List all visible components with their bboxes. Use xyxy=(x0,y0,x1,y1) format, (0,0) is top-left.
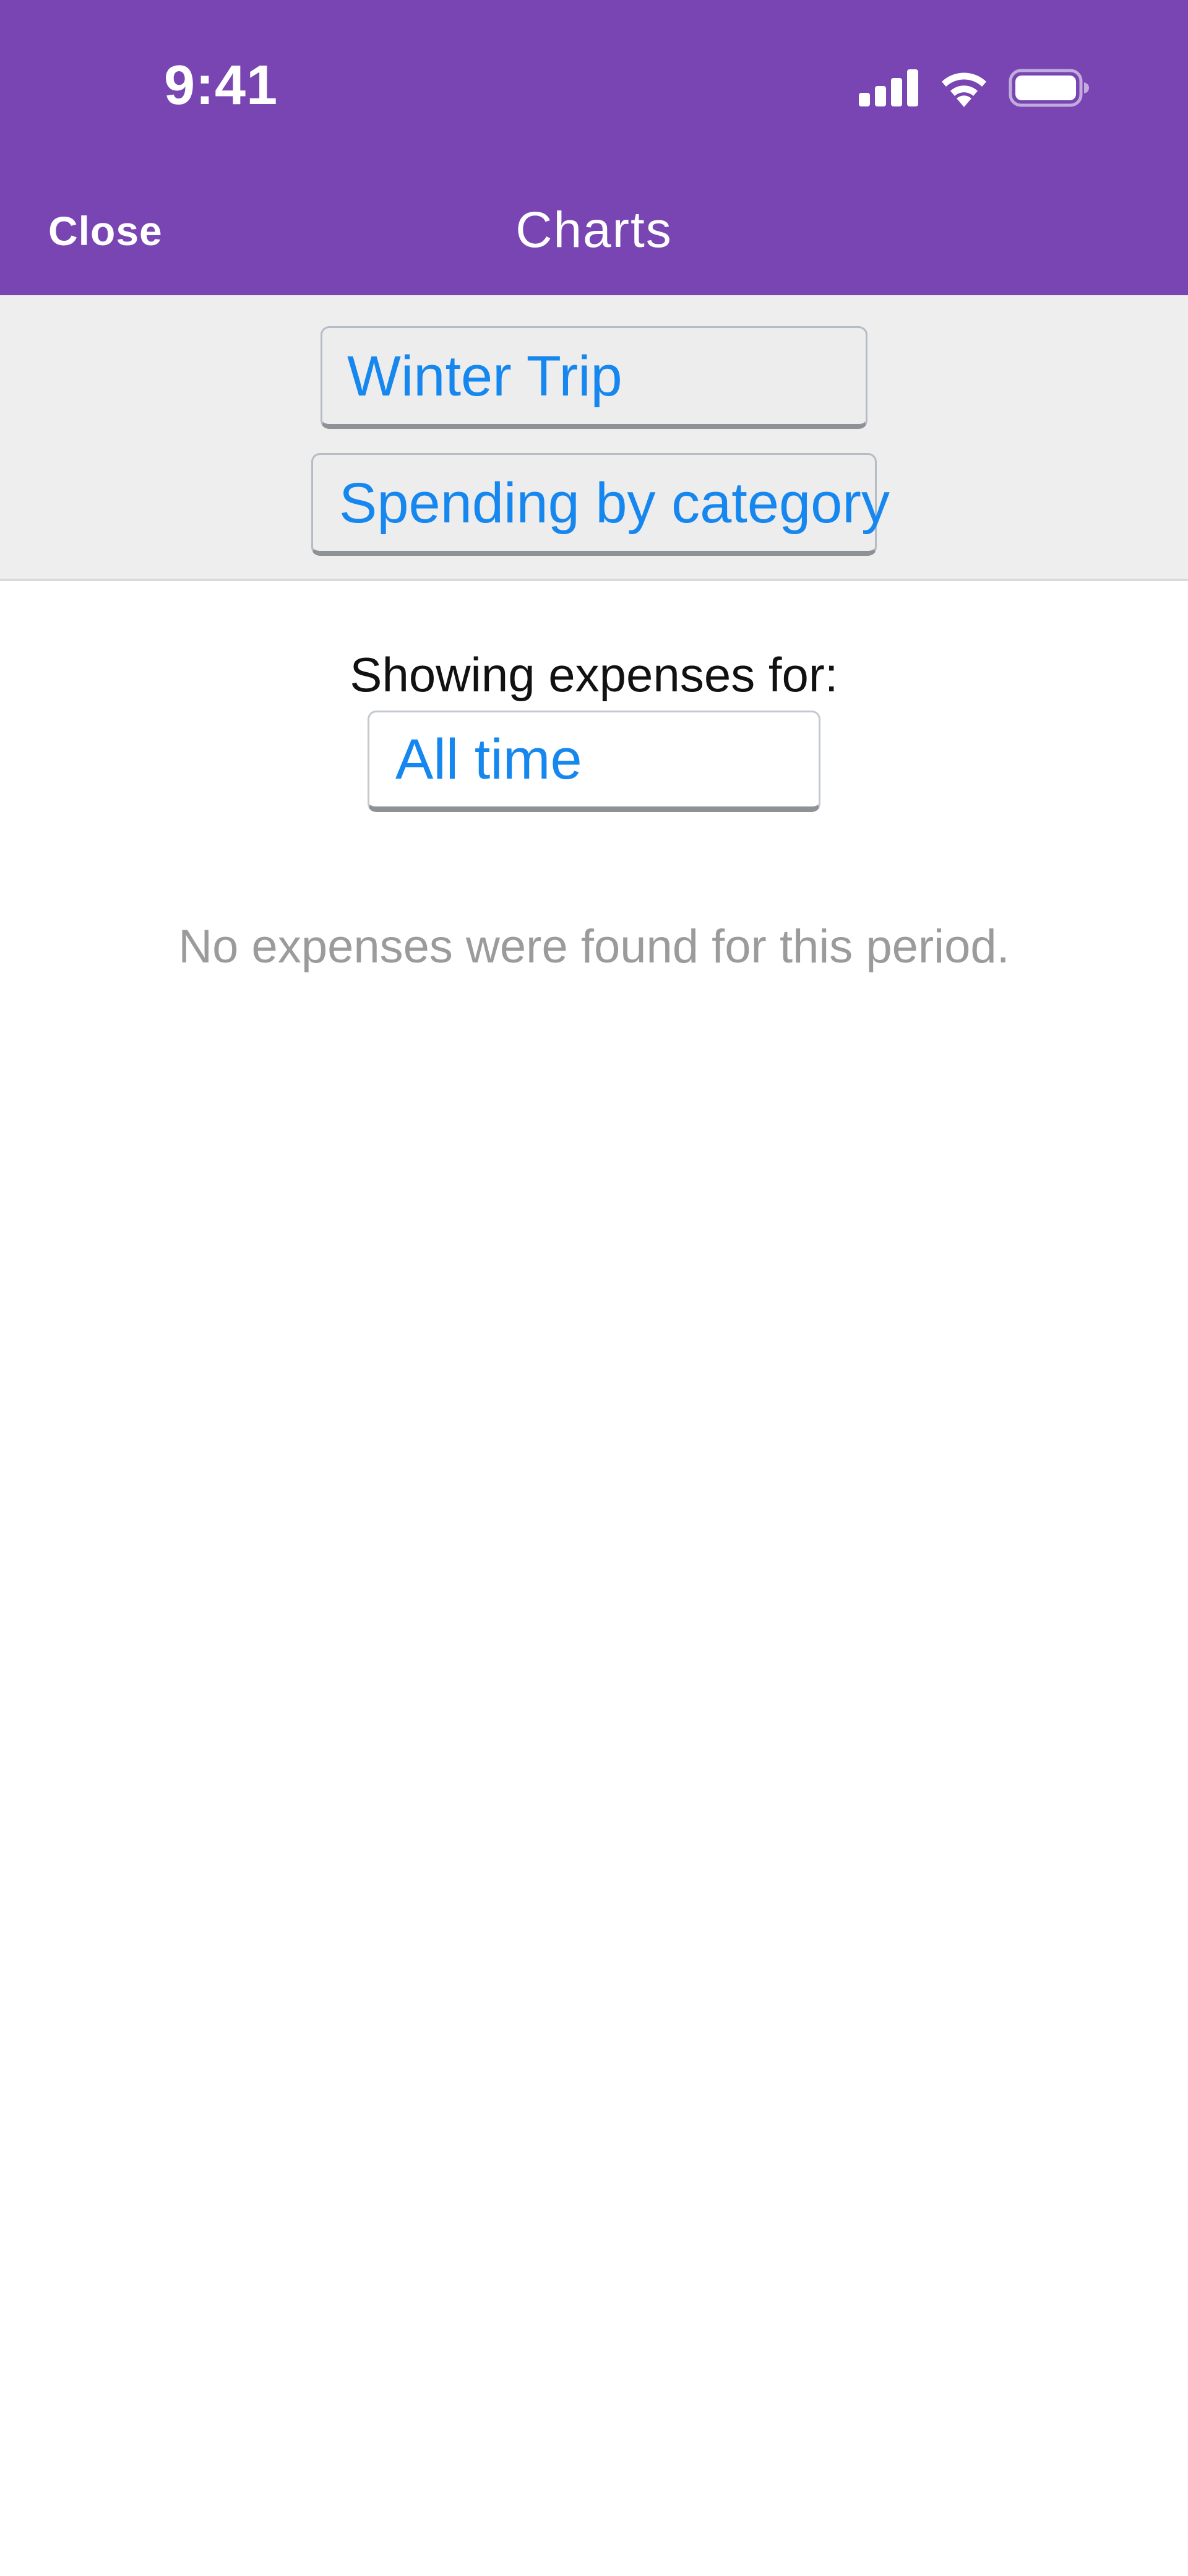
status-time: 9:41 xyxy=(164,54,278,116)
status-icons xyxy=(859,66,1089,110)
app-header: 9:41 Close Charts xyxy=(0,0,1188,295)
battery-icon xyxy=(1009,69,1089,107)
chart-type-picker-button[interactable]: Spending by category xyxy=(311,453,890,556)
trip-picker-button[interactable]: Winter Trip xyxy=(321,326,867,429)
period-picker-button[interactable]: All time xyxy=(368,711,820,812)
period-label: Showing expenses for: xyxy=(350,647,838,702)
cellular-signal-icon xyxy=(859,69,918,106)
page-title: Charts xyxy=(515,202,673,258)
empty-state-message: No expenses were found for this period. xyxy=(178,920,1010,973)
wifi-icon xyxy=(938,69,990,107)
